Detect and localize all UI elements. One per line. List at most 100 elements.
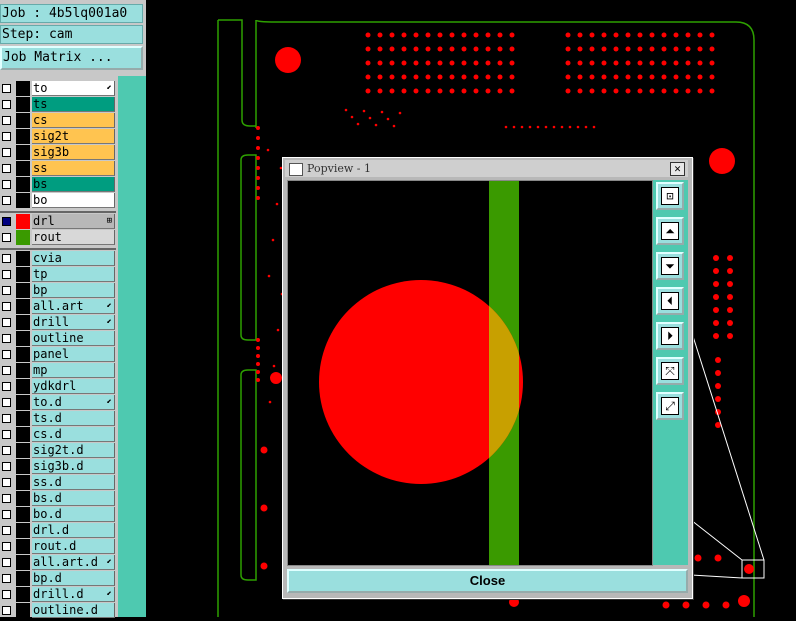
zoom-home-button[interactable]: ⊡ (656, 182, 684, 210)
layer-name[interactable]: ts.d (32, 411, 115, 426)
layer-checkbox[interactable] (2, 334, 11, 343)
pan-up-button[interactable]: ⏶ (656, 217, 684, 245)
layer-name[interactable]: outline.d (32, 603, 115, 618)
zoom-in-button[interactable]: ⤧ (656, 357, 684, 385)
layer-name[interactable]: rout (32, 230, 115, 245)
layer-checkbox[interactable] (2, 233, 11, 242)
layer-row-sig3b-d[interactable]: sig3b.d (0, 459, 116, 475)
layer-name[interactable]: sig3b (32, 145, 115, 160)
layer-name[interactable]: ss (32, 161, 115, 176)
layer-name[interactable]: bo.d (32, 507, 115, 522)
layer-name[interactable]: ss.d (32, 475, 115, 490)
layer-checkbox[interactable] (2, 510, 11, 519)
layer-checkbox[interactable] (2, 164, 11, 173)
layer-row-cs[interactable]: cs (0, 113, 116, 129)
layer-row-drl-d[interactable]: drl.d (0, 523, 116, 539)
layer-checkbox[interactable] (2, 84, 11, 93)
layer-name[interactable]: mp (32, 363, 115, 378)
layer-name[interactable]: all.art ⬋ (32, 299, 115, 314)
zoom-out-button[interactable]: ⤢ (656, 392, 684, 420)
layer-row-bs[interactable]: bs (0, 177, 116, 193)
pan-right-button[interactable]: ⏵ (656, 322, 684, 350)
layer-row-cvia[interactable]: cvia (0, 251, 116, 267)
layer-name[interactable]: sig2t (32, 129, 115, 144)
layer-checkbox[interactable] (2, 116, 11, 125)
layer-row-sig3b[interactable]: sig3b (0, 145, 116, 161)
layer-checkbox[interactable] (2, 590, 11, 599)
layer-checkbox[interactable] (2, 446, 11, 455)
layer-name[interactable]: tp (32, 267, 115, 282)
layer-row-drl[interactable]: drl ⊞ (0, 214, 116, 230)
layer-name[interactable]: bp (32, 283, 115, 298)
layer-row-outline[interactable]: outline (0, 331, 116, 347)
layer-checkbox[interactable] (2, 542, 11, 551)
layer-row-ss[interactable]: ss (0, 161, 116, 177)
layer-name[interactable]: ts (32, 97, 115, 112)
layer-row-ts[interactable]: ts (0, 97, 116, 113)
layer-name[interactable]: ydkdrl (32, 379, 115, 394)
layer-checkbox[interactable] (2, 318, 11, 327)
layer-row-bp[interactable]: bp (0, 283, 116, 299)
layer-row-all-art-d[interactable]: all.art.d ⬋ (0, 555, 116, 571)
layer-row-bo[interactable]: bo (0, 193, 116, 209)
layer-row-cs-d[interactable]: cs.d (0, 427, 116, 443)
layer-name[interactable]: drill ⬋ (32, 315, 115, 330)
layer-name[interactable]: cs.d (32, 427, 115, 442)
layer-name[interactable]: cvia (32, 251, 115, 266)
layer-checkbox[interactable] (2, 430, 11, 439)
layer-checkbox[interactable] (2, 286, 11, 295)
layer-row-rout[interactable]: rout (0, 230, 116, 246)
layer-row-mp[interactable]: mp (0, 363, 116, 379)
layer-checkbox[interactable] (2, 574, 11, 583)
layer-checkbox[interactable] (2, 132, 11, 141)
layer-checkbox[interactable] (2, 302, 11, 311)
layer-row-drill-d[interactable]: drill.d ⬋ (0, 587, 116, 603)
layer-row-panel[interactable]: panel (0, 347, 116, 363)
layer-name[interactable]: bo (32, 193, 115, 208)
close-button[interactable]: Close (287, 569, 688, 593)
layer-row-bo-d[interactable]: bo.d (0, 507, 116, 523)
layer-row-rout-d[interactable]: rout.d (0, 539, 116, 555)
layer-name[interactable]: drl.d (32, 523, 115, 538)
layer-checkbox[interactable] (2, 606, 11, 615)
layer-name[interactable]: bs (32, 177, 115, 192)
layer-checkbox[interactable] (2, 478, 11, 487)
layer-name[interactable]: cs (32, 113, 115, 128)
layer-row-to-d[interactable]: to.d ⬋ (0, 395, 116, 411)
layer-checkbox[interactable] (2, 350, 11, 359)
layer-checkbox[interactable] (2, 558, 11, 567)
layer-checkbox[interactable] (2, 414, 11, 423)
layer-name[interactable]: drl ⊞ (32, 214, 115, 229)
layer-row-all-art[interactable]: all.art ⬋ (0, 299, 116, 315)
layer-name[interactable]: sig2t.d (32, 443, 115, 458)
layer-checkbox[interactable] (2, 382, 11, 391)
layer-name[interactable]: drill.d ⬋ (32, 587, 115, 602)
layer-row-ts-d[interactable]: ts.d (0, 411, 116, 427)
layer-checkbox[interactable] (2, 462, 11, 471)
layer-checkbox[interactable] (2, 270, 11, 279)
layer-checkbox[interactable] (2, 180, 11, 189)
layer-name[interactable]: outline (32, 331, 115, 346)
layer-row-sig2t[interactable]: sig2t (0, 129, 116, 145)
layer-checkbox[interactable] (2, 217, 11, 226)
layer-checkbox[interactable] (2, 100, 11, 109)
layer-checkbox[interactable] (2, 494, 11, 503)
layer-row-bp-d[interactable]: bp.d (0, 571, 116, 587)
layer-checkbox[interactable] (2, 526, 11, 535)
close-icon[interactable]: ✕ (670, 162, 685, 176)
layer-name[interactable]: all.art.d ⬋ (32, 555, 115, 570)
layer-name[interactable]: bp.d (32, 571, 115, 586)
pan-down-button[interactable]: ⏷ (656, 252, 684, 280)
layer-checkbox[interactable] (2, 398, 11, 407)
layer-row-tp[interactable]: tp (0, 267, 116, 283)
layer-checkbox[interactable] (2, 254, 11, 263)
popview-canvas[interactable] (287, 180, 653, 566)
layer-name[interactable]: sig3b.d (32, 459, 115, 474)
layer-name[interactable]: bs.d (32, 491, 115, 506)
layer-checkbox[interactable] (2, 366, 11, 375)
layer-checkbox[interactable] (2, 196, 11, 205)
layer-name[interactable]: panel (32, 347, 115, 362)
layer-row-to[interactable]: to ⬋ (0, 81, 116, 97)
layer-name[interactable]: rout.d (32, 539, 115, 554)
layer-name[interactable]: to ⬋ (32, 81, 115, 96)
